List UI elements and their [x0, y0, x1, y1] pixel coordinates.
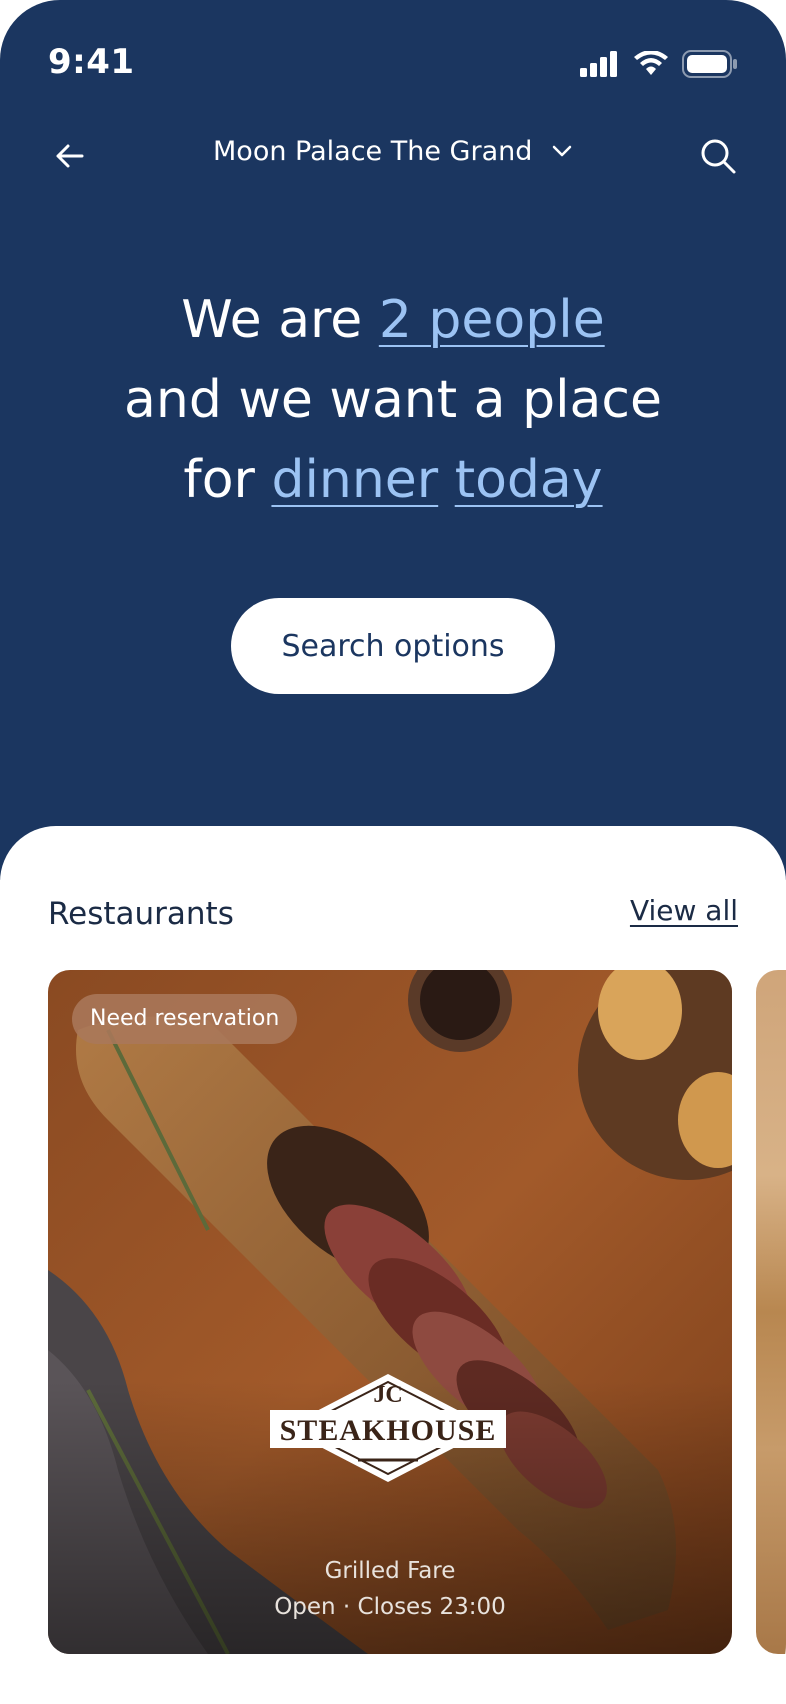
search-sentence: We are 2 people and we want a place for …: [0, 280, 786, 520]
headline-line-1: We are 2 people: [0, 280, 786, 360]
location-label: Moon Palace The Grand: [213, 136, 533, 167]
status-time: 9:41: [48, 42, 135, 82]
restaurants-title: Restaurants: [48, 896, 234, 932]
app-screen: 9:41 Moon Palace The Grand We are 2 peop…: [0, 0, 786, 1704]
top-nav: Moon Palace The Grand: [0, 130, 786, 182]
battery-icon: [682, 50, 737, 78]
day-link[interactable]: today: [455, 450, 603, 510]
chevron-down-icon: [552, 145, 572, 156]
restaurant-card[interactable]: Need reservation JC STEAKHOUSE Grilled F…: [48, 970, 732, 1654]
logo-wordmark: STEAKHOUSE: [280, 1414, 497, 1447]
cuisine-label: Grilled Fare: [324, 1558, 456, 1584]
status-icons: [580, 50, 738, 78]
reservation-badge: Need reservation: [72, 994, 298, 1044]
next-restaurant-card[interactable]: [756, 970, 786, 1654]
headline-prefix-3: for: [183, 450, 272, 510]
location-selector[interactable]: Moon Palace The Grand: [0, 136, 786, 167]
meal-link[interactable]: dinner: [271, 450, 438, 510]
restaurant-logo: JC STEAKHOUSE: [270, 1374, 506, 1482]
logo-initials: JC: [373, 1382, 402, 1408]
view-all-link[interactable]: View all: [630, 894, 738, 927]
search-icon[interactable]: [698, 136, 738, 176]
headline-line-3: for dinner today: [0, 440, 786, 520]
headline-prefix-1: We are: [181, 290, 379, 350]
hero-section: 9:41 Moon Palace The Grand We are 2 peop…: [0, 0, 786, 880]
restaurant-photo: [48, 970, 732, 1654]
wifi-icon: [634, 51, 668, 75]
status-bar: 9:41: [0, 0, 786, 130]
cellular-signal-icon: [580, 51, 617, 77]
party-size-link[interactable]: 2 people: [379, 290, 605, 350]
restaurants-sheet: Restaurants View all Need reservation JC…: [0, 826, 786, 1704]
opening-hours: Open · Closes 23:00: [274, 1594, 506, 1620]
search-options-button[interactable]: Search options: [231, 598, 555, 694]
headline-line-2: and we want a place: [124, 370, 662, 430]
